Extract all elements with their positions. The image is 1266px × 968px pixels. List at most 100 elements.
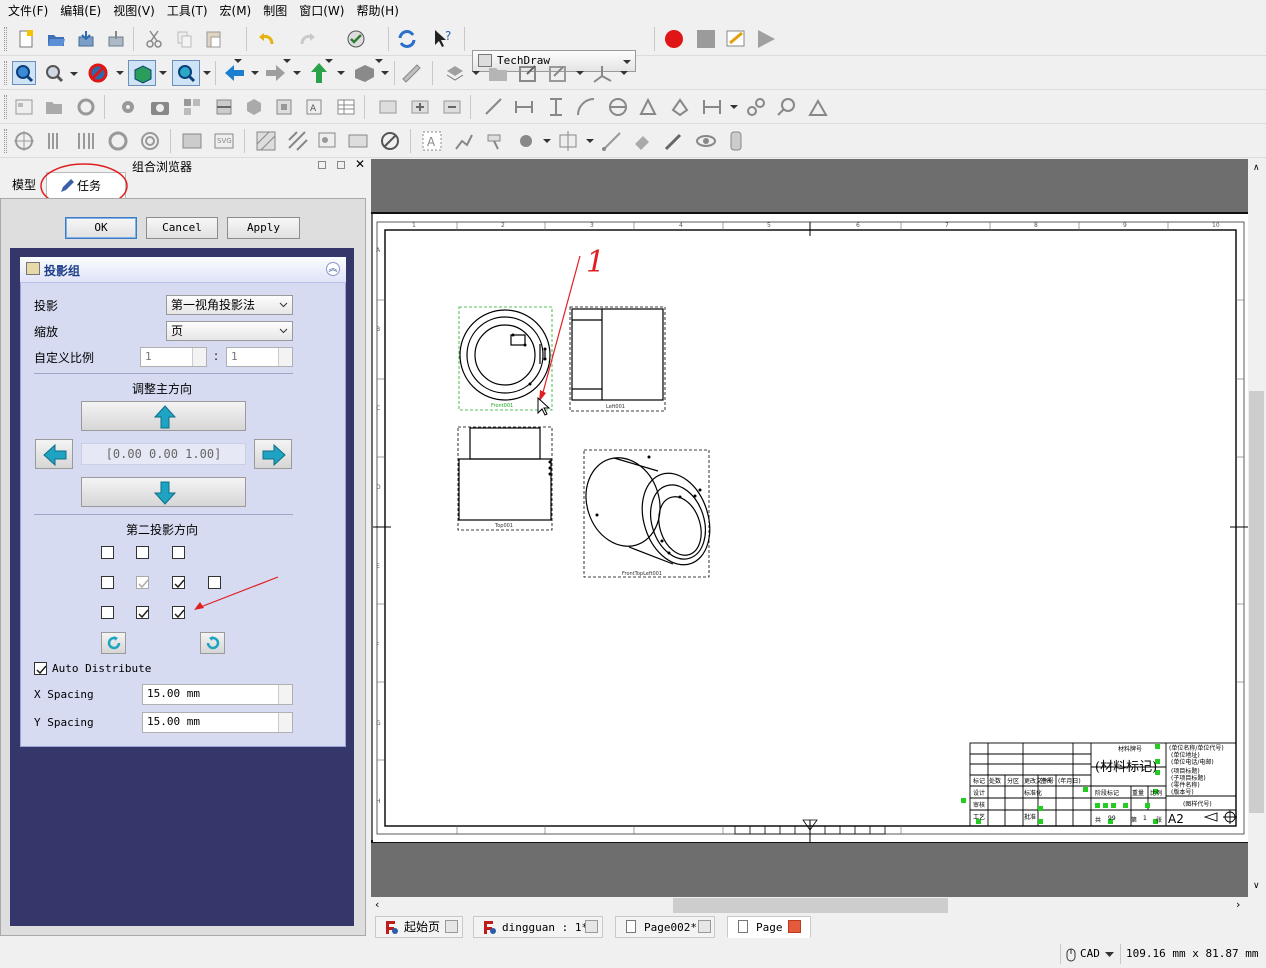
extent-dropdown-icon[interactable] [730, 105, 738, 109]
coordinate-system-icon[interactable] [590, 61, 614, 85]
coordinate-dropdown-icon[interactable] [620, 71, 628, 75]
annotation-icon[interactable]: A [420, 129, 444, 153]
toolbar-grip[interactable] [4, 27, 7, 51]
secondary-view-checkbox[interactable] [172, 546, 185, 559]
toggle-frames-icon[interactable] [378, 129, 402, 153]
insert-page-template-icon[interactable] [42, 95, 66, 119]
open-folder-icon[interactable] [44, 27, 68, 51]
redraw-page-icon[interactable] [74, 95, 98, 119]
navigation-style[interactable]: CAD [1080, 947, 1100, 960]
restore-panel-icon[interactable] [337, 161, 345, 169]
horizontal-dimension-icon[interactable] [512, 95, 536, 119]
refresh-checklist-icon[interactable] [344, 27, 368, 51]
close-tab-icon[interactable] [585, 920, 598, 933]
hatch-lines-icon[interactable] [44, 129, 68, 153]
spin-cw-button[interactable] [200, 632, 225, 654]
doc-tab-dingguan[interactable]: dingguan : 1* [473, 916, 603, 938]
rich-anno-icon[interactable] [484, 129, 508, 153]
up-arrow-icon[interactable] [307, 61, 331, 85]
part-dropdown-icon[interactable] [381, 71, 389, 75]
active-view-icon[interactable] [148, 95, 172, 119]
toolbar-grip[interactable] [4, 61, 7, 85]
cosmetic-eraser-icon[interactable] [630, 129, 654, 153]
y-spacing-input[interactable]: 15.00 mm [142, 712, 293, 733]
menu-tools[interactable]: 工具(T) [163, 0, 216, 22]
menu-file[interactable]: 文件(F) [4, 0, 56, 22]
hatch-face-icon[interactable] [254, 129, 278, 153]
copy-icon[interactable] [172, 27, 196, 51]
clip-add-icon[interactable] [408, 95, 432, 119]
doc-tab-page[interactable]: Page [727, 916, 811, 938]
vertical-scroll-thumb[interactable] [1249, 391, 1264, 813]
horizontal-scrollbar[interactable]: ‹ › [371, 897, 1248, 914]
save-icon[interactable] [74, 27, 98, 51]
recompute-icon[interactable] [395, 27, 419, 51]
part-box-icon[interactable] [352, 61, 376, 85]
diameter-dimension-icon[interactable] [606, 95, 630, 119]
close-tab-icon[interactable] [698, 920, 711, 933]
arch-view-icon[interactable]: A [302, 95, 326, 119]
cosmetic-line-icon[interactable] [600, 129, 624, 153]
landmark-dimension-icon[interactable] [806, 95, 830, 119]
secondary-view-checkbox[interactable] [136, 606, 149, 619]
spin-arrows-icon[interactable] [278, 713, 292, 732]
vertex-dropdown-icon[interactable] [543, 139, 551, 143]
back-dropdown-icon[interactable] [251, 71, 259, 75]
scroll-left-icon[interactable]: ‹ [375, 898, 379, 911]
secondary-view-checkbox[interactable] [136, 546, 149, 559]
rotate-right-button[interactable] [254, 439, 292, 469]
scroll-down-icon[interactable]: ∨ [1253, 881, 1260, 891]
save-as-icon[interactable] [104, 27, 128, 51]
forward-arrow-icon[interactable] [264, 61, 288, 85]
rotate-left-button[interactable] [35, 439, 73, 469]
bounding-box-icon[interactable] [128, 60, 156, 86]
leader-line-icon[interactable] [452, 129, 476, 153]
secondary-view-checkbox[interactable] [172, 576, 185, 589]
group-folder-icon[interactable] [486, 61, 510, 85]
view-dropdown-icon[interactable] [159, 71, 167, 75]
balloon-icon[interactable] [774, 95, 798, 119]
export-page-svg-icon[interactable] [316, 129, 340, 153]
create-part-icon[interactable] [442, 61, 466, 85]
export-page-dxf-icon[interactable] [346, 129, 370, 153]
cosmetic-vertex-icon[interactable] [514, 129, 538, 153]
rotate-up-button[interactable] [81, 401, 246, 431]
toolbar-grip[interactable] [4, 95, 7, 119]
close-tab-icon[interactable] [445, 920, 458, 933]
spin-arrows-icon[interactable] [192, 348, 206, 366]
back-arrow-icon[interactable] [222, 61, 246, 85]
zoom-dropdown-icon[interactable] [70, 72, 78, 76]
up-dropdown-icon[interactable] [337, 71, 345, 75]
drawing-sheet[interactable]: 1 2 3 4 5 6 7 8 9 10 ABCDEFGH Front001 Left001 To… [373, 214, 1248, 842]
detail-view-icon[interactable] [242, 95, 266, 119]
draft-view-icon[interactable] [272, 95, 296, 119]
menu-help[interactable]: 帮助(H) [352, 0, 406, 22]
zoom-dropdown-icon[interactable] [203, 71, 211, 75]
extent-dimension-icon[interactable] [700, 95, 724, 119]
macro-record-icon[interactable] [662, 27, 686, 51]
centerline-face-icon[interactable] [556, 129, 580, 153]
spreadsheet-view-icon[interactable] [334, 95, 358, 119]
radius-dimension-icon[interactable] [574, 95, 598, 119]
geometric-hatch-icon[interactable] [286, 129, 310, 153]
ok-button[interactable]: OK [65, 217, 137, 239]
whats-this-icon[interactable]: ? [431, 27, 455, 51]
zoom-icon[interactable] [172, 60, 200, 86]
decorate-line-icon[interactable] [662, 129, 686, 153]
paste-icon[interactable] [202, 27, 226, 51]
show-all-eye-icon[interactable] [694, 129, 718, 153]
part-dropdown-icon[interactable] [472, 71, 480, 75]
spin-ccw-button[interactable] [101, 632, 126, 654]
projection-group-icon[interactable] [180, 95, 204, 119]
chevron-down-icon[interactable] [1105, 952, 1114, 958]
undo-icon[interactable] [254, 27, 278, 51]
fit-selection-icon[interactable] [42, 61, 66, 85]
menu-macro[interactable]: 宏(M) [216, 0, 260, 22]
angle-dimension-icon[interactable] [636, 95, 660, 119]
link-dropdown-icon[interactable] [576, 71, 584, 75]
insert-view-icon[interactable] [116, 95, 140, 119]
link-make-icon[interactable] [516, 61, 540, 85]
draw-style-icon[interactable] [86, 61, 110, 85]
cut-icon[interactable] [142, 27, 166, 51]
macro-run-icon[interactable] [754, 27, 778, 51]
